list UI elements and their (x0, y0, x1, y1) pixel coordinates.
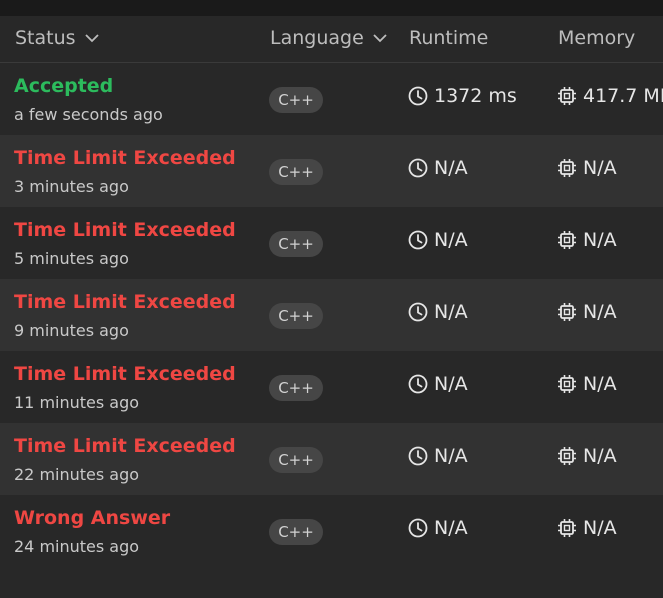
submission-row[interactable]: Wrong Answer 24 minutes ago C++ N/A N/A (0, 495, 663, 567)
runtime-text: N/A (434, 445, 468, 467)
submission-row[interactable]: Time Limit Exceeded 5 minutes ago C++ N/… (0, 207, 663, 279)
clock-icon (408, 86, 428, 106)
language-header-label: Language (270, 27, 364, 49)
clock-icon (408, 302, 428, 322)
submission-time: 24 minutes ago (14, 537, 140, 556)
chip-icon (558, 375, 576, 393)
clock-icon (408, 158, 428, 178)
language-badge: C++ (269, 519, 323, 545)
submission-status[interactable]: Time Limit Exceeded (14, 291, 236, 313)
runtime-text: 1372 ms (434, 85, 517, 107)
language-badge: C++ (269, 159, 323, 185)
language-badge: C++ (269, 231, 323, 257)
chevron-down-icon (84, 33, 99, 43)
submissions-table: Status Language Runtime Memory Accepted … (0, 16, 663, 598)
submission-time: 3 minutes ago (14, 177, 129, 196)
submission-status[interactable]: Accepted (14, 75, 113, 97)
language-badge: C++ (269, 303, 323, 329)
clock-icon (408, 446, 428, 466)
chip-icon (558, 159, 576, 177)
runtime-value: N/A (408, 301, 468, 323)
memory-value: N/A (557, 373, 617, 395)
clock-icon (408, 518, 428, 538)
runtime-value: N/A (408, 373, 468, 395)
submission-time: a few seconds ago (14, 105, 163, 124)
memory-text: 417.7 MB (583, 85, 663, 107)
top-strip (0, 0, 663, 16)
language-column-header[interactable]: Language (270, 27, 387, 49)
memory-text: N/A (583, 301, 617, 323)
chip-icon (558, 87, 576, 105)
submission-status[interactable]: Time Limit Exceeded (14, 435, 236, 457)
memory-value: N/A (557, 517, 617, 539)
submission-time: 11 minutes ago (14, 393, 140, 412)
memory-value: N/A (557, 301, 617, 323)
runtime-value: N/A (408, 445, 468, 467)
language-badge: C++ (269, 87, 323, 113)
clock-icon (408, 374, 428, 394)
runtime-text: N/A (434, 517, 468, 539)
language-badge: C++ (269, 375, 323, 401)
submission-status[interactable]: Wrong Answer (14, 507, 170, 529)
memory-value: 417.7 MB (557, 85, 663, 107)
memory-text: N/A (583, 517, 617, 539)
memory-column-header[interactable]: Memory (558, 27, 635, 49)
submission-row[interactable]: Time Limit Exceeded 22 minutes ago C++ N… (0, 423, 663, 495)
memory-value: N/A (557, 157, 617, 179)
submission-status[interactable]: Time Limit Exceeded (14, 363, 236, 385)
runtime-text: N/A (434, 229, 468, 251)
chevron-down-icon (373, 33, 387, 43)
memory-text: N/A (583, 229, 617, 251)
language-badge: C++ (269, 447, 323, 473)
memory-text: N/A (583, 445, 617, 467)
submission-time: 9 minutes ago (14, 321, 129, 340)
memory-header-label: Memory (558, 27, 636, 49)
submission-status[interactable]: Time Limit Exceeded (14, 219, 236, 241)
submission-row[interactable]: Time Limit Exceeded 11 minutes ago C++ N… (0, 351, 663, 423)
chip-icon (558, 231, 576, 249)
status-header-label: Status (15, 27, 76, 49)
status-column-header[interactable]: Status (15, 27, 99, 49)
runtime-text: N/A (434, 157, 468, 179)
submission-row[interactable]: Time Limit Exceeded 9 minutes ago C++ N/… (0, 279, 663, 351)
submission-status[interactable]: Time Limit Exceeded (14, 147, 236, 169)
table-header: Status Language Runtime Memory (0, 16, 663, 63)
runtime-value: N/A (408, 157, 468, 179)
submission-time: 5 minutes ago (14, 249, 129, 268)
chip-icon (558, 447, 576, 465)
runtime-text: N/A (434, 301, 468, 323)
runtime-value: N/A (408, 517, 468, 539)
memory-text: N/A (583, 373, 617, 395)
runtime-value: N/A (408, 229, 468, 251)
runtime-column-header[interactable]: Runtime (409, 27, 488, 49)
memory-text: N/A (583, 157, 617, 179)
memory-value: N/A (557, 445, 617, 467)
clock-icon (408, 230, 428, 250)
runtime-value: 1372 ms (408, 85, 517, 107)
submission-time: 22 minutes ago (14, 465, 140, 484)
runtime-header-label: Runtime (409, 27, 489, 49)
submission-row[interactable]: Time Limit Exceeded 3 minutes ago C++ N/… (0, 135, 663, 207)
runtime-text: N/A (434, 373, 468, 395)
memory-value: N/A (557, 229, 617, 251)
chip-icon (558, 303, 576, 321)
chip-icon (558, 519, 576, 537)
submission-row[interactable]: Accepted a few seconds ago C++ 1372 ms 4… (0, 63, 663, 135)
